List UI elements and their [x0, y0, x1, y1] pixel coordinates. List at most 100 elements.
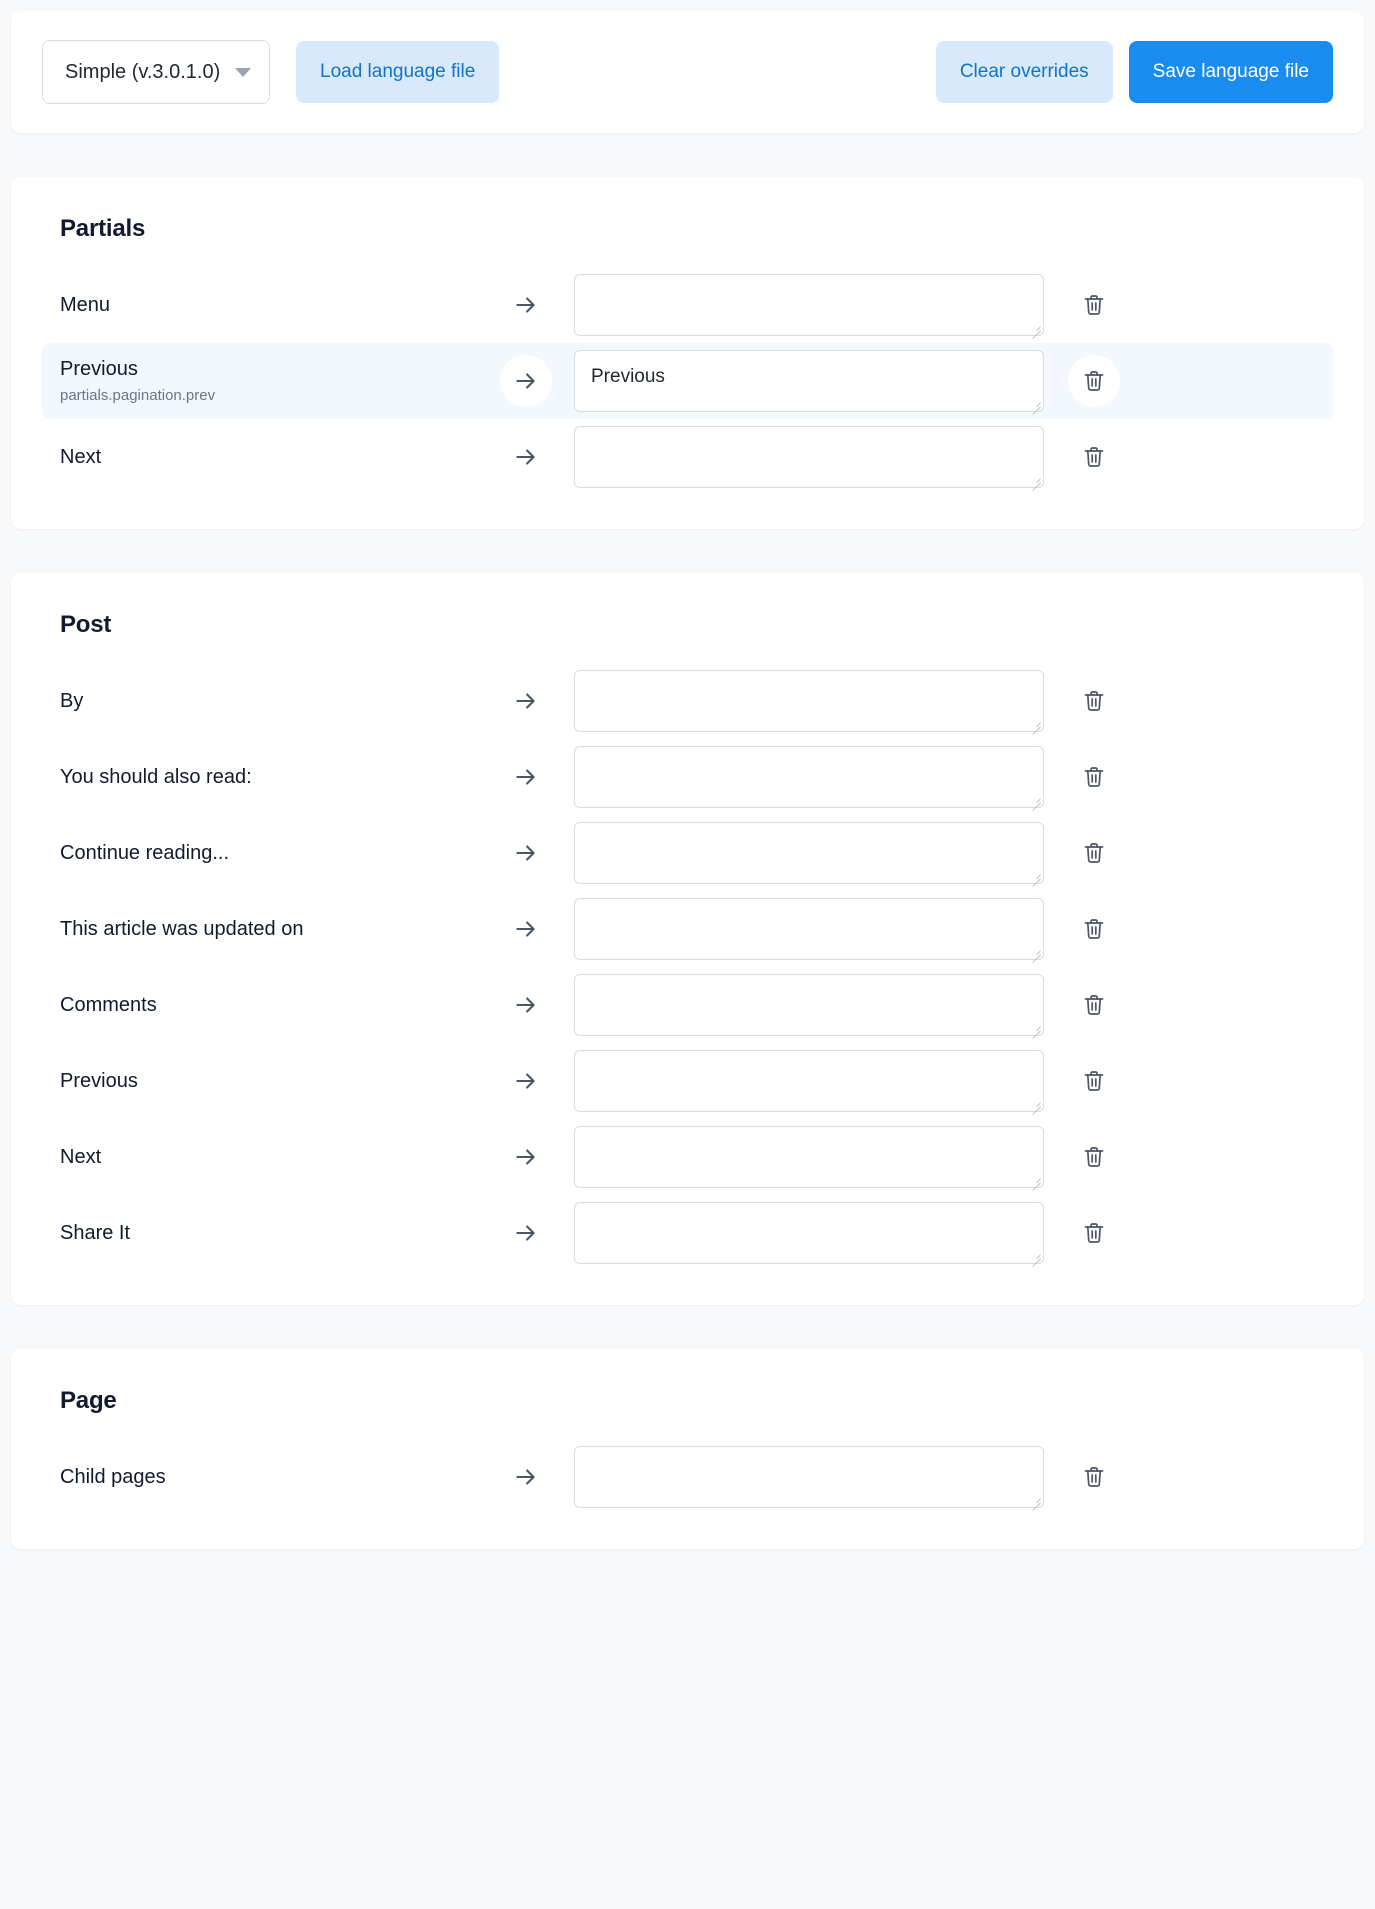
language-select[interactable]: Simple (v.3.0.1.0) — [42, 40, 270, 104]
arrow-right-icon[interactable] — [500, 675, 552, 727]
textarea-wrapper — [574, 898, 1044, 963]
row-translation-key: partials.pagination.prev — [60, 387, 216, 404]
arrow-right-icon[interactable] — [500, 1131, 552, 1183]
override-field-cell — [574, 1126, 1044, 1191]
override-textarea[interactable] — [574, 1126, 1044, 1188]
section-card: Post By You should also read: Continue re… — [11, 573, 1364, 1305]
trash-icon[interactable] — [1068, 675, 1120, 727]
row-label-cell: Previous partials.pagination.prev — [60, 357, 478, 405]
textarea-wrapper — [574, 822, 1044, 887]
override-textarea[interactable] — [574, 1446, 1044, 1508]
delete-cell — [1044, 979, 1144, 1031]
override-textarea[interactable] — [574, 274, 1044, 336]
section-title: Page — [60, 1387, 117, 1414]
row-label: Continue reading... — [60, 841, 230, 864]
sections-container: Partials Menu Previous partials.pagination… — [0, 177, 1375, 1549]
clear-overrides-button[interactable]: Clear overrides — [935, 41, 1113, 103]
arrow-right-icon[interactable] — [500, 279, 552, 331]
arrow-right-icon[interactable] — [500, 827, 552, 879]
row-label-cell: Comments — [60, 993, 478, 1018]
row-label: Previous — [60, 1069, 138, 1092]
trash-icon[interactable] — [1068, 431, 1120, 483]
textarea-wrapper — [574, 746, 1044, 811]
trash-icon[interactable] — [1068, 355, 1120, 407]
trash-icon[interactable] — [1068, 1055, 1120, 1107]
toolbar-right-group: Clear overrides Save language file — [935, 41, 1333, 103]
row-label-cell: Child pages — [60, 1465, 478, 1490]
section-title: Partials — [60, 215, 146, 242]
row-label: Share It — [60, 1221, 131, 1244]
row-label: Menu — [60, 293, 111, 316]
language-select-value: Simple (v.3.0.1.0) — [65, 60, 221, 83]
row-label: Comments — [60, 993, 157, 1016]
override-textarea[interactable] — [574, 1202, 1044, 1264]
row-label: Next — [60, 1145, 102, 1168]
language-editor-page: Simple (v.3.0.1.0) Load language file Cl… — [0, 11, 1375, 1549]
delete-cell — [1044, 431, 1144, 483]
textarea-wrapper — [574, 274, 1044, 339]
toolbar-left-group: Simple (v.3.0.1.0) Load language file — [42, 40, 500, 104]
delete-cell — [1044, 1207, 1144, 1259]
override-textarea[interactable] — [574, 426, 1044, 488]
arrow-right-icon[interactable] — [500, 751, 552, 803]
delete-cell — [1044, 355, 1144, 407]
row-label: Next — [60, 445, 102, 468]
trash-icon[interactable] — [1068, 1451, 1120, 1503]
translation-row: Next — [42, 1119, 1333, 1195]
override-textarea[interactable] — [574, 670, 1044, 732]
override-field-cell — [574, 898, 1044, 963]
delete-cell — [1044, 1055, 1144, 1107]
arrow-cell — [478, 1055, 574, 1107]
arrow-right-icon[interactable] — [500, 979, 552, 1031]
override-field-cell — [574, 350, 1044, 415]
row-label-cell: By — [60, 689, 478, 714]
arrow-right-icon[interactable] — [500, 1451, 552, 1503]
translation-row: Continue reading... — [42, 815, 1333, 891]
translation-row: Share It — [42, 1195, 1333, 1271]
row-label-cell: Previous — [60, 1069, 478, 1094]
override-textarea[interactable] — [574, 898, 1044, 960]
arrow-cell — [478, 979, 574, 1031]
row-label: This article was updated on — [60, 917, 304, 940]
arrow-right-icon[interactable] — [500, 431, 552, 483]
translation-row: Comments — [42, 967, 1333, 1043]
chevron-down-icon — [235, 67, 251, 77]
override-textarea[interactable] — [574, 350, 1044, 412]
arrow-right-icon[interactable] — [500, 1207, 552, 1259]
load-language-file-button[interactable]: Load language file — [296, 41, 500, 103]
save-language-file-button[interactable]: Save language file — [1128, 41, 1333, 103]
arrow-right-icon[interactable] — [500, 355, 552, 407]
arrow-right-icon[interactable] — [500, 1055, 552, 1107]
trash-icon[interactable] — [1068, 1131, 1120, 1183]
override-textarea[interactable] — [574, 746, 1044, 808]
translation-row: Next — [42, 419, 1333, 495]
textarea-wrapper — [574, 1126, 1044, 1191]
override-textarea[interactable] — [574, 974, 1044, 1036]
row-label-cell: Next — [60, 445, 478, 470]
trash-icon[interactable] — [1068, 979, 1120, 1031]
arrow-cell — [478, 675, 574, 727]
arrow-cell — [478, 1207, 574, 1259]
trash-icon[interactable] — [1068, 751, 1120, 803]
override-textarea[interactable] — [574, 822, 1044, 884]
row-label-cell: Next — [60, 1145, 478, 1170]
textarea-wrapper — [574, 350, 1044, 415]
textarea-wrapper — [574, 1050, 1044, 1115]
trash-icon[interactable] — [1068, 903, 1120, 955]
arrow-right-icon[interactable] — [500, 903, 552, 955]
arrow-cell — [478, 431, 574, 483]
translation-row: Previous partials.pagination.prev — [42, 343, 1333, 419]
override-textarea[interactable] — [574, 1050, 1044, 1112]
row-label: Child pages — [60, 1465, 166, 1488]
textarea-wrapper — [574, 974, 1044, 1039]
override-field-cell — [574, 822, 1044, 887]
delete-cell — [1044, 279, 1144, 331]
trash-icon[interactable] — [1068, 827, 1120, 879]
translation-row: Menu — [42, 267, 1333, 343]
trash-icon[interactable] — [1068, 1207, 1120, 1259]
trash-icon[interactable] — [1068, 279, 1120, 331]
arrow-cell — [478, 827, 574, 879]
override-field-cell — [574, 274, 1044, 339]
